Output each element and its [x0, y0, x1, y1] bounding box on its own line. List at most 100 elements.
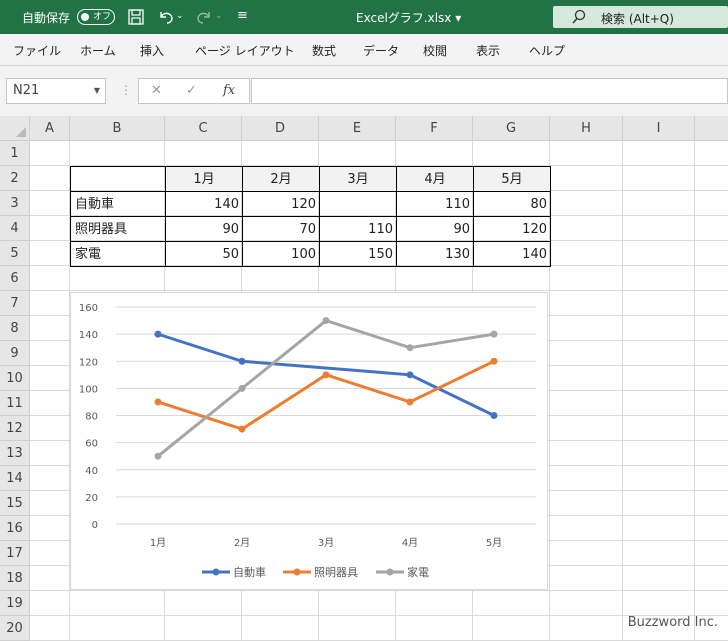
row-header-5[interactable]: 5 [0, 241, 30, 266]
tab-page-layout[interactable]: ページ レイアウト [195, 42, 295, 59]
y-tick-label: 40 [85, 466, 98, 477]
table-header-cell[interactable]: 3月 [319, 166, 397, 192]
close-icon[interactable]: ✕ [151, 83, 162, 98]
select-all-button[interactable] [0, 116, 30, 141]
data-point [238, 384, 246, 392]
formula-input[interactable] [251, 78, 728, 104]
check-icon[interactable]: ✓ [186, 83, 197, 98]
column-gridline [694, 141, 695, 641]
column-header-e[interactable]: E [319, 116, 396, 141]
data-point [490, 330, 498, 338]
row-header-1[interactable]: 1 [0, 141, 30, 166]
row-header-17[interactable]: 17 [0, 541, 30, 566]
data-cell[interactable]: 70 [242, 216, 320, 242]
table-header-cell[interactable]: 5月 [473, 166, 551, 192]
tab-help[interactable]: ヘルプ [529, 42, 565, 59]
row-header-3[interactable]: 3 [0, 191, 30, 216]
row-header-8[interactable]: 8 [0, 316, 30, 341]
customize-toolbar-icon[interactable]: ≡ [237, 8, 255, 26]
row-label-cell[interactable]: 家電 [70, 241, 166, 267]
insert-function-button[interactable]: fx [223, 83, 235, 98]
undo-dropdown-icon[interactable]: ⌄ [176, 11, 194, 29]
save-icon[interactable] [127, 8, 145, 26]
column-header-f[interactable]: F [396, 116, 473, 141]
tab-home[interactable]: ホーム [80, 42, 116, 59]
column-header-d[interactable]: D [242, 116, 319, 141]
data-cell[interactable]: 140 [165, 191, 243, 217]
data-cell[interactable]: 80 [473, 191, 551, 217]
redo-icon[interactable] [195, 8, 213, 26]
row-header-9[interactable]: 9 [0, 341, 30, 366]
y-tick-label: 20 [85, 493, 98, 504]
row-header-13[interactable]: 13 [0, 441, 30, 466]
tab-formulas[interactable]: 数式 [312, 42, 336, 59]
row-header-16[interactable]: 16 [0, 516, 30, 541]
row-label-cell[interactable]: 照明器具 [70, 216, 166, 242]
formula-bar: N21 ▼ ⋮ ✕ ✓ fx [0, 66, 728, 116]
line-chart[interactable]: 0 20 40 60 80 100 120 140 160 1月 2月 3月 4月 5月 自動車 照明器具 家電 [70, 292, 548, 590]
data-point [322, 317, 330, 325]
tab-review[interactable]: 校閲 [423, 42, 447, 59]
chevron-down-icon[interactable]: ▼ [94, 86, 100, 95]
data-cell[interactable]: 120 [242, 191, 320, 217]
search-box[interactable]: 検索 (Alt+Q) [553, 6, 728, 28]
row-header-20[interactable]: 20 [0, 616, 30, 641]
row-header-2[interactable]: 2 [0, 166, 30, 191]
table-corner-cell[interactable] [70, 166, 166, 192]
ribbon-tabs: ファイル ホーム 挿入 ページ レイアウト 数式 データ 校閲 表示 ヘルプ [0, 34, 728, 66]
data-cell[interactable]: 110 [319, 216, 397, 242]
data-point [154, 452, 162, 460]
tab-view[interactable]: 表示 [476, 42, 500, 59]
data-point [154, 398, 162, 406]
row-header-6[interactable]: 6 [0, 266, 30, 291]
y-tick-label: 0 [92, 520, 98, 531]
column-header-h[interactable]: H [550, 116, 623, 141]
column-header-g[interactable]: G [473, 116, 550, 141]
tab-file[interactable]: ファイル [13, 42, 61, 59]
data-cell[interactable]: 50 [165, 241, 243, 267]
row-label-cell[interactable]: 自動車 [70, 191, 166, 217]
data-cell[interactable]: 120 [473, 216, 551, 242]
legend-label: 照明器具 [314, 566, 358, 579]
column-gridline [622, 141, 623, 641]
name-box[interactable]: N21 ▼ [6, 78, 106, 104]
column-header-i[interactable]: I [623, 116, 695, 141]
row-header-7[interactable]: 7 [0, 291, 30, 316]
name-box-value: N21 [13, 83, 40, 98]
table-header-cell[interactable]: 2月 [242, 166, 320, 192]
data-cell[interactable]: 90 [165, 216, 243, 242]
data-point [406, 398, 414, 406]
title-bar: 自動保存 オフ ⌄ ⌄ ≡ Excelグラフ.xlsx ▾ 検索 (Alt+Q) [0, 0, 728, 34]
more-options-icon[interactable]: ⋮ [120, 83, 132, 97]
column-header-a[interactable]: A [30, 116, 70, 141]
watermark: Buzzword Inc. [627, 615, 718, 630]
x-tick-label: 3月 [318, 537, 334, 549]
table-header-cell[interactable]: 4月 [396, 166, 474, 192]
row-header-18[interactable]: 18 [0, 566, 30, 591]
data-cell[interactable]: 150 [319, 241, 397, 267]
row-header-4[interactable]: 4 [0, 216, 30, 241]
column-header-partial[interactable] [695, 116, 728, 141]
file-name[interactable]: Excelグラフ.xlsx ▾ [356, 9, 461, 26]
data-cell[interactable]: 100 [242, 241, 320, 267]
row-header-10[interactable]: 10 [0, 366, 30, 391]
data-cell[interactable] [319, 191, 397, 217]
row-header-14[interactable]: 14 [0, 466, 30, 491]
row-header-11[interactable]: 11 [0, 391, 30, 416]
column-header-c[interactable]: C [165, 116, 242, 141]
data-cell[interactable]: 90 [396, 216, 474, 242]
tab-data[interactable]: データ [363, 42, 399, 59]
autosave-toggle[interactable]: オフ [77, 9, 115, 25]
formula-buttons: ✕ ✓ fx [138, 78, 250, 104]
column-header-b[interactable]: B [70, 116, 165, 141]
row-header-12[interactable]: 12 [0, 416, 30, 441]
tab-insert[interactable]: 挿入 [140, 42, 164, 59]
y-tick-label: 60 [85, 439, 98, 450]
undo-icon[interactable] [157, 8, 175, 26]
data-cell[interactable]: 110 [396, 191, 474, 217]
row-header-15[interactable]: 15 [0, 491, 30, 516]
data-cell[interactable]: 130 [396, 241, 474, 267]
row-header-19[interactable]: 19 [0, 591, 30, 616]
table-header-cell[interactable]: 1月 [165, 166, 243, 192]
data-cell[interactable]: 140 [473, 241, 551, 267]
